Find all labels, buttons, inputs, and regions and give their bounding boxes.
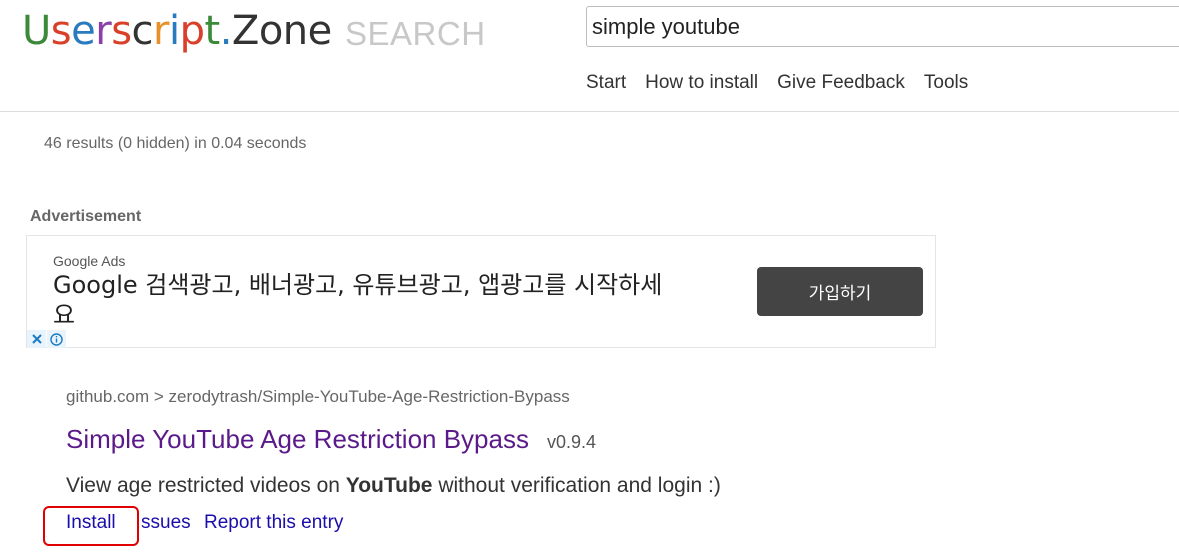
result-title-link[interactable]: Simple YouTube Age Restriction Bypass bbox=[66, 424, 529, 454]
logo-letter: r bbox=[153, 8, 169, 54]
logo-letter: c bbox=[131, 8, 154, 54]
nav-give-feedback[interactable]: Give Feedback bbox=[777, 72, 905, 94]
logo-letter: . bbox=[219, 8, 233, 54]
issues-link[interactable]: ssues bbox=[141, 512, 191, 534]
nav-how-to-install[interactable]: How to install bbox=[645, 72, 758, 94]
desc-text-before: View age restricted videos on bbox=[66, 474, 346, 497]
result-version: v0.9.4 bbox=[546, 432, 597, 452]
results-stats: 46 results (0 hidden) in 0.04 seconds bbox=[44, 135, 307, 152]
ad-signup-button[interactable]: 가입하기 bbox=[757, 267, 923, 316]
install-highlight-box bbox=[43, 506, 139, 546]
logo-letter: n bbox=[282, 8, 308, 54]
page-header: Userscript.Zone SEARCH Start How to inst… bbox=[0, 0, 1179, 112]
site-logo[interactable]: Userscript.Zone bbox=[22, 6, 332, 56]
logo-letter: i bbox=[168, 8, 180, 54]
result-description: View age restricted videos on YouTube wi… bbox=[66, 474, 721, 498]
logo-letter: s bbox=[50, 8, 72, 54]
logo-letter: s bbox=[111, 8, 132, 54]
logo-letter: o bbox=[258, 8, 283, 54]
search-input[interactable] bbox=[586, 6, 1179, 47]
ad-banner[interactable]: Google Ads Google 검색광고, 배너광고, 유튜브광고, 앱광고… bbox=[26, 235, 936, 348]
result-title-row: Simple YouTube Age Restriction Bypass v0.… bbox=[66, 424, 596, 455]
report-entry-link[interactable]: Report this entry bbox=[204, 512, 343, 534]
ad-info-icon[interactable] bbox=[47, 330, 66, 348]
nav-start[interactable]: Start bbox=[586, 72, 626, 94]
logo-letter: e bbox=[71, 8, 96, 54]
logo-letter: e bbox=[307, 8, 333, 54]
ad-headline[interactable]: Google 검색광고, 배너광고, 유튜브광고, 앱광고를 시작하세요 bbox=[53, 270, 673, 330]
desc-text-bold: YouTube bbox=[345, 474, 433, 497]
logo-search-label: SEARCH bbox=[345, 15, 486, 52]
logo-letter: Z bbox=[231, 8, 259, 54]
ad-source: Google Ads bbox=[53, 253, 126, 269]
advertisement-label: Advertisement bbox=[30, 208, 142, 225]
logo-letter: p bbox=[179, 8, 205, 54]
ad-controls bbox=[27, 330, 67, 348]
main-nav: Start How to install Give Feedback Tools bbox=[586, 72, 968, 94]
nav-tools[interactable]: Tools bbox=[924, 72, 968, 94]
desc-text-after: without verification and login :) bbox=[432, 474, 721, 497]
logo-letter: r bbox=[95, 8, 112, 54]
logo-letter: U bbox=[22, 8, 51, 54]
result-source-url: github.com > zerodytrash/Simple-YouTube-… bbox=[66, 387, 570, 406]
ad-close-icon[interactable] bbox=[27, 330, 46, 348]
logo-letter: t bbox=[204, 8, 221, 54]
